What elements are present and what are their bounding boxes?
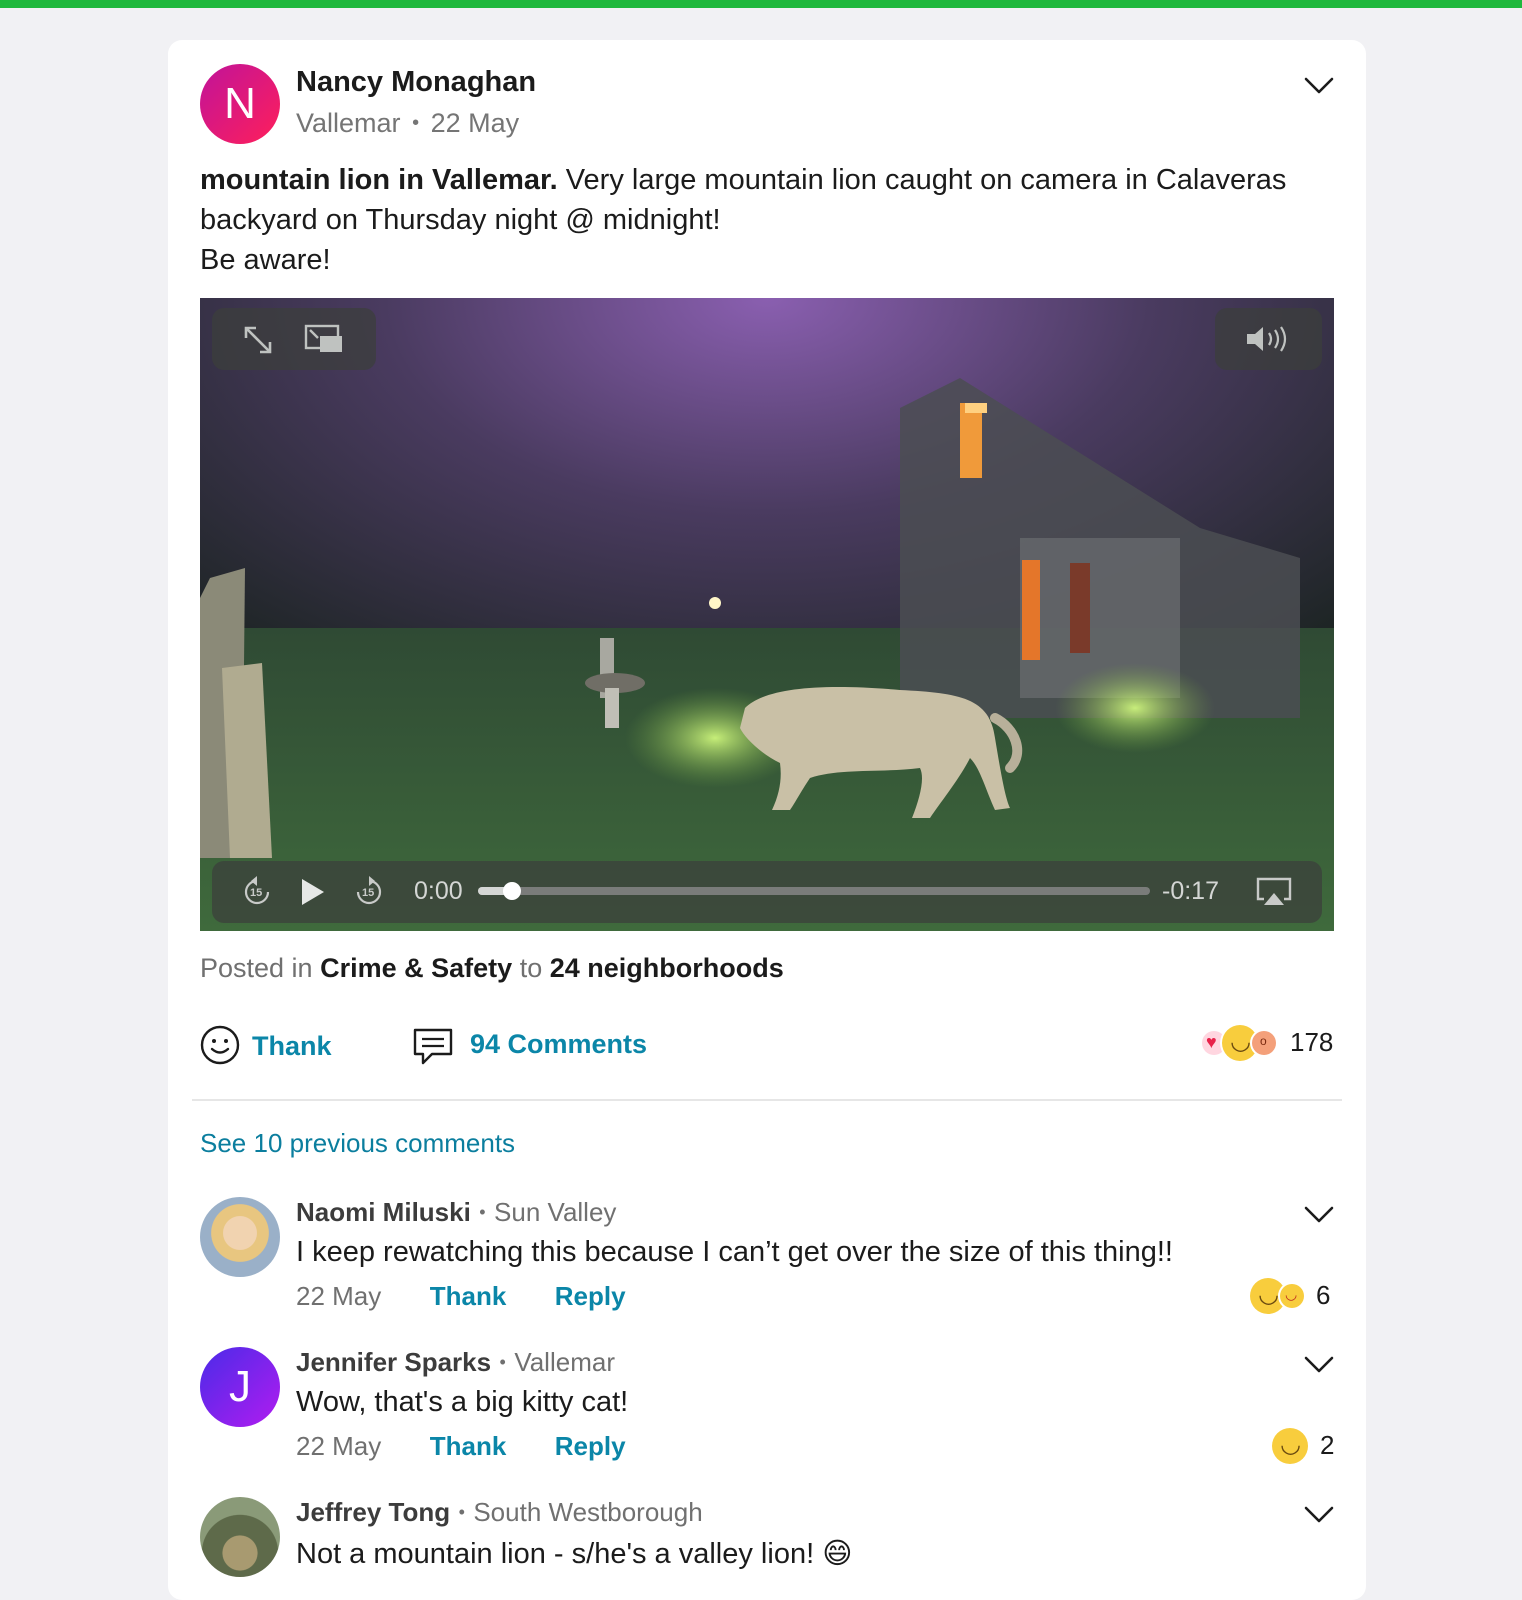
post-body-line1: Very large mountain lion caught on camer… (557, 164, 1287, 196)
post-meta: Vallemar • 22 May (296, 108, 519, 139)
video-playback-controls: 15 15 0:00 -0:17 (212, 861, 1322, 923)
play-icon[interactable] (300, 877, 326, 907)
commenter-name[interactable]: Naomi Miluski (296, 1197, 471, 1227)
comment-text-body: Not a mountain lion - s/he's a valley li… (296, 1538, 815, 1570)
chevron-down-icon[interactable] (1304, 1355, 1334, 1375)
comment-reply-button[interactable]: Reply (555, 1281, 626, 1311)
post-body-line3: Be aware! (200, 244, 331, 276)
chevron-down-icon[interactable] (1304, 1205, 1334, 1225)
commenter-avatar[interactable]: J (200, 1347, 280, 1427)
video-current-time: 0:00 (414, 877, 463, 905)
rewind-15-icon[interactable]: 15 (242, 875, 272, 909)
smile-icon (200, 1025, 240, 1065)
comment-header: Jeffrey Tong • South Westborough (296, 1497, 703, 1528)
posted-in-line: Posted in Crime & Safety to 24 neighborh… (200, 953, 784, 984)
comment-separator: • (499, 1352, 506, 1372)
comment-thank-button[interactable]: Thank (430, 1431, 507, 1461)
posted-in-to: to (519, 953, 543, 983)
comment-reactions[interactable]: ◡ ◡ 6 (1250, 1276, 1342, 1316)
comment-reaction-count: 2 (1320, 1430, 1335, 1460)
comment-icon (413, 1028, 453, 1065)
comments-button[interactable]: 94 Comments (412, 1025, 672, 1069)
video-progress-track[interactable] (478, 882, 1150, 900)
commenter-avatar[interactable] (200, 1197, 280, 1277)
commenter-location[interactable]: Vallemar (514, 1347, 615, 1377)
video-progress-knob[interactable] (503, 882, 521, 900)
post-date: 22 May (430, 108, 520, 138)
comment-text: Not a mountain lion - s/he's a valley li… (296, 1536, 852, 1571)
thank-button[interactable]: Thank (200, 1025, 340, 1069)
thank-label: Thank (252, 1031, 332, 1061)
post-body: mountain lion in Vallemar. Very large mo… (200, 160, 1330, 280)
laugh-reaction-icon: ◡ (1280, 1284, 1304, 1308)
comment-date: 22 May (296, 1281, 382, 1311)
meta-separator: • (412, 112, 420, 134)
commenter-location[interactable]: Sun Valley (494, 1197, 616, 1227)
chevron-down-icon[interactable] (1304, 1505, 1334, 1525)
comment-separator: • (458, 1502, 465, 1522)
commenter-avatar[interactable] (200, 1497, 280, 1577)
author-avatar[interactable]: N (200, 64, 280, 144)
posted-in-prefix: Posted in (200, 953, 313, 983)
smile-reaction-icon: ◡ (1272, 1428, 1308, 1464)
post-card: N Nancy Monaghan Vallemar • 22 May mount… (168, 40, 1366, 1600)
comment-reply-button[interactable]: Reply (555, 1431, 626, 1461)
author-name[interactable]: Nancy Monaghan (296, 66, 536, 99)
video-volume-control (1215, 308, 1322, 370)
rewind-seconds-label: 15 (250, 887, 263, 899)
forward-15-icon[interactable]: 15 (354, 875, 384, 909)
comment-header: Jennifer Sparks • Vallemar (296, 1347, 615, 1378)
app-top-bar (0, 0, 1522, 8)
commenter-name[interactable]: Jeffrey Tong (296, 1497, 450, 1527)
grin-emoji: 😄 (822, 1538, 853, 1570)
post-neighborhood[interactable]: Vallemar (296, 108, 401, 138)
comment-reaction-count: 6 (1316, 1280, 1331, 1310)
divider (192, 1099, 1342, 1101)
post-title: mountain lion in Vallemar. (200, 164, 558, 196)
comment-separator: • (479, 1202, 486, 1222)
comments-label: 94 Comments (470, 1029, 648, 1059)
comment-date: 22 May (296, 1431, 382, 1461)
airplay-icon[interactable] (1256, 877, 1292, 907)
comment-reactions[interactable]: ◡ 2 (1272, 1426, 1342, 1466)
see-previous-comments-link[interactable]: See 10 previous comments (200, 1128, 515, 1159)
comment-text: Wow, that's a big kitty cat! (296, 1386, 629, 1418)
forward-seconds-label: 15 (362, 887, 375, 899)
comment-header: Naomi Miluski • Sun Valley (296, 1197, 616, 1228)
video-remaining-time: -0:17 (1162, 877, 1219, 905)
post-reaction-count: 178 (1290, 1027, 1334, 1057)
expand-icon[interactable] (242, 324, 274, 356)
post-reactions[interactable]: ♥ ◡ o 178 (1202, 1025, 1342, 1065)
commenter-name[interactable]: Jennifer Sparks (296, 1347, 491, 1377)
video-player[interactable]: 15 15 0:00 -0:17 (200, 298, 1334, 931)
chevron-down-icon[interactable] (1304, 76, 1334, 96)
comment-text: I keep rewatching this because I can’t g… (296, 1236, 1173, 1268)
comment-footer: 22 May Thank Reply (296, 1431, 626, 1462)
comment-footer: 22 May Thank Reply (296, 1281, 626, 1312)
volume-icon[interactable] (1245, 324, 1291, 354)
post-body-line2: backyard on Thursday night @ midnight! (200, 204, 721, 236)
posted-in-audience[interactable]: 24 neighborhoods (550, 953, 784, 983)
posted-in-category[interactable]: Crime & Safety (320, 953, 512, 983)
video-top-left-controls (212, 308, 376, 370)
wow-reaction-icon: o (1252, 1031, 1276, 1055)
commenter-location[interactable]: South Westborough (473, 1497, 702, 1527)
picture-in-picture-icon[interactable] (304, 324, 344, 354)
comment-thank-button[interactable]: Thank (430, 1281, 507, 1311)
video-frame (200, 298, 1334, 931)
